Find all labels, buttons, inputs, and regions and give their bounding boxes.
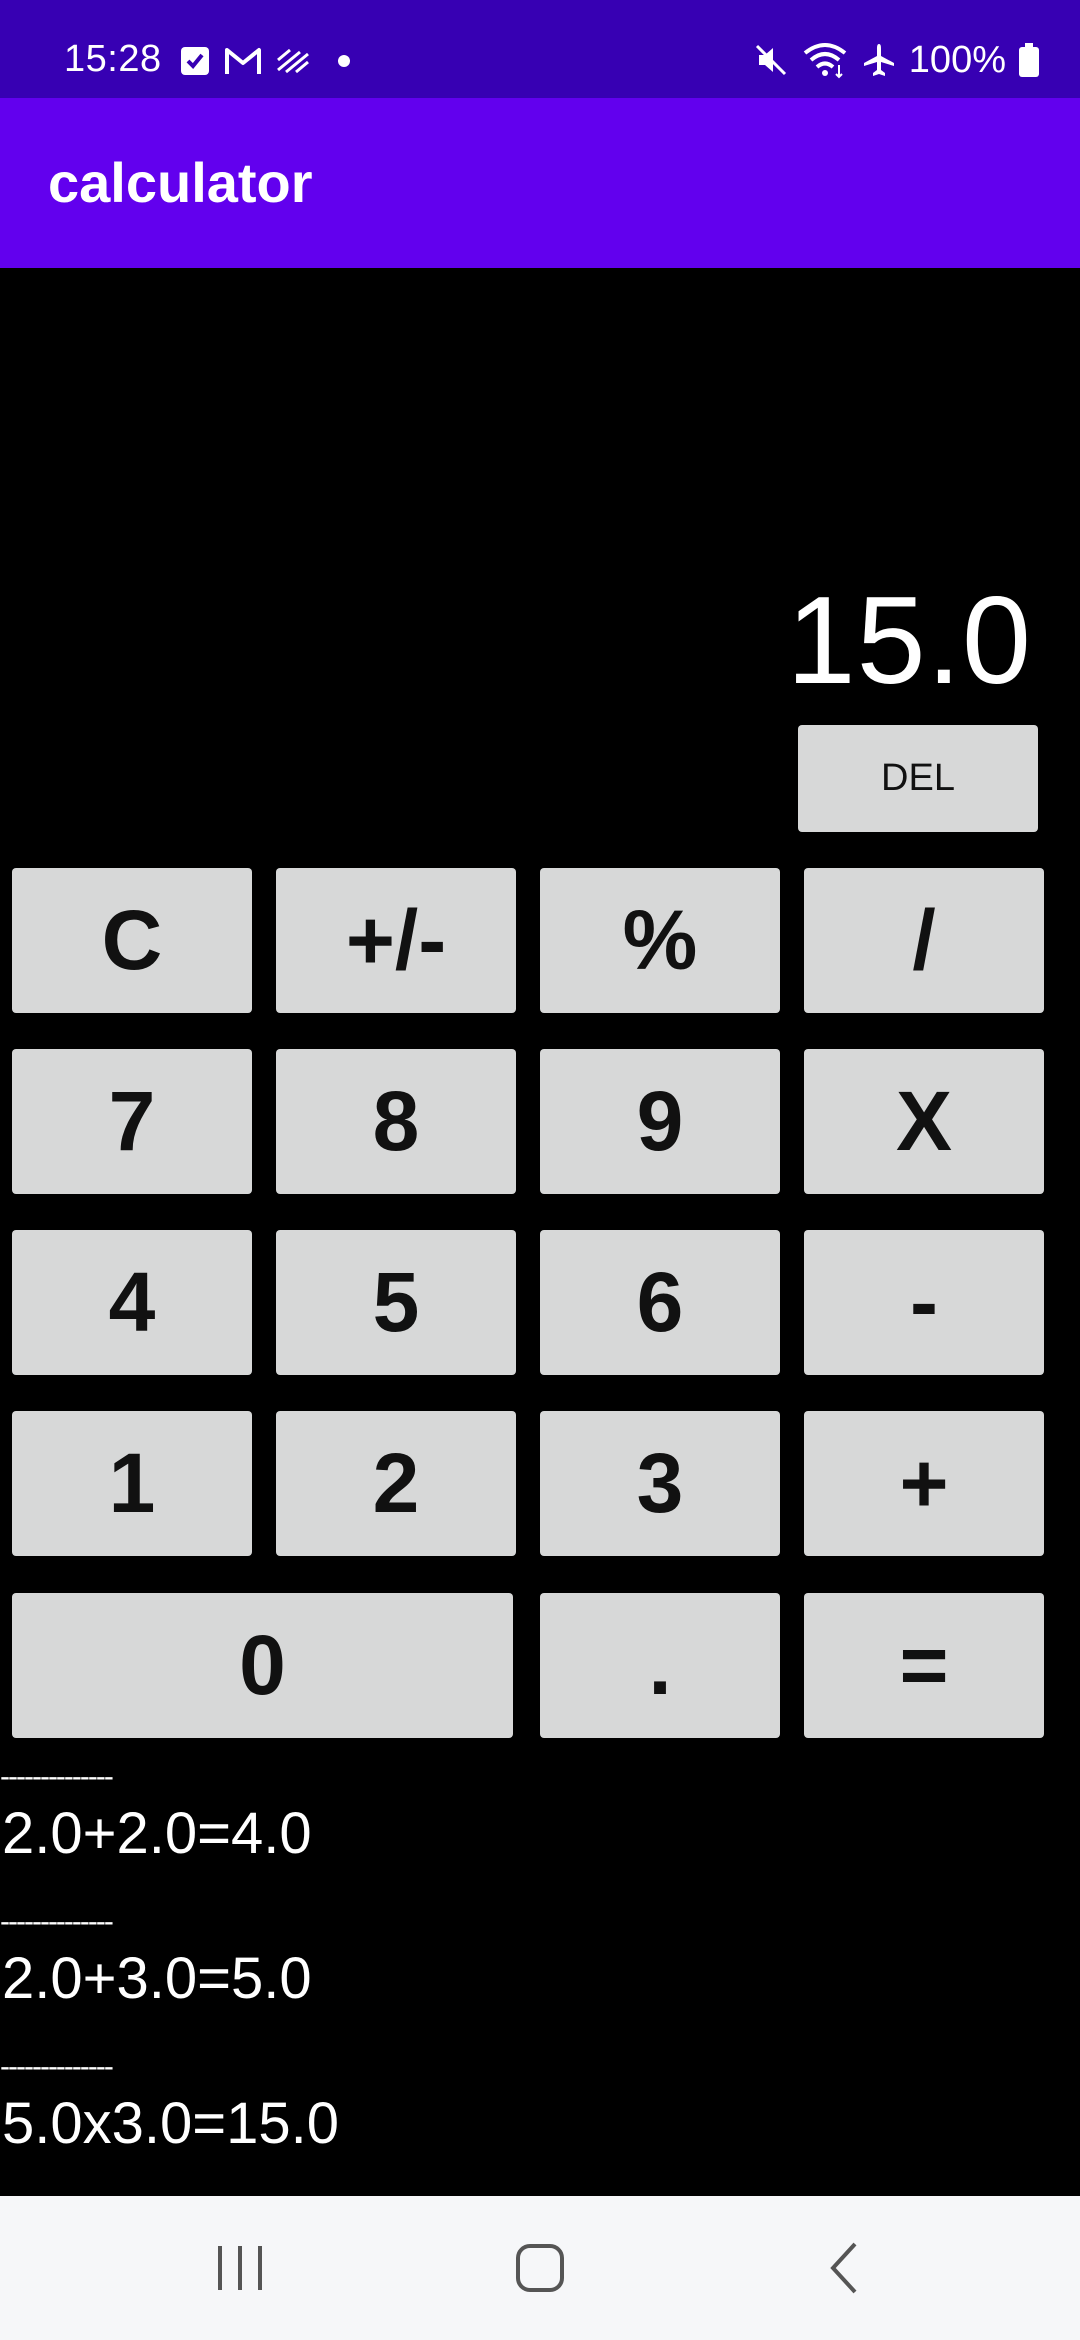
app-title: calculator (48, 151, 313, 214)
app-bar: calculator (0, 98, 1080, 268)
digit-7-button[interactable]: 7 (12, 1049, 252, 1194)
digit-1-button[interactable]: 1 (12, 1411, 252, 1556)
battery-icon (1019, 43, 1039, 77)
gmail-icon (225, 48, 261, 74)
history-entry: 2.0+3.0=5.0 (2, 1946, 312, 2011)
equals-button[interactable]: = (804, 1593, 1044, 1738)
checkbox-icon (181, 47, 209, 75)
mute-icon (755, 44, 786, 76)
decimal-button[interactable]: . (540, 1593, 780, 1738)
digit-9-button[interactable]: 9 (540, 1049, 780, 1194)
digit-5-button[interactable]: 5 (276, 1230, 516, 1375)
status-system-icons: 100% (753, 38, 1040, 81)
plus-button[interactable]: + (804, 1411, 1044, 1556)
battery-percent: 100% (908, 38, 1006, 81)
history-separator: -------------- (0, 1905, 114, 1938)
dot-icon (338, 55, 350, 67)
history-entry: 5.0x3.0=15.0 (2, 2091, 340, 2156)
history-entry: 2.0+2.0=4.0 (2, 1801, 312, 1866)
recents-icon[interactable] (200, 2236, 280, 2300)
digit-4-button[interactable]: 4 (12, 1230, 252, 1375)
history-separator: -------------- (0, 1760, 114, 1793)
digit-2-button[interactable]: 2 (276, 1411, 516, 1556)
navigation-bar (0, 2196, 1080, 2340)
status-time: 15:28 (64, 38, 162, 80)
status-notification-icons (180, 44, 354, 78)
status-bar: 15:28 100% (0, 0, 1080, 98)
home-icon[interactable] (500, 2236, 580, 2300)
history-separator: -------------- (0, 2050, 114, 2083)
digit-0-button[interactable]: 0 (12, 1593, 513, 1738)
wifi-icon (803, 43, 847, 79)
digit-3-button[interactable]: 3 (540, 1411, 780, 1556)
back-icon[interactable] (805, 2236, 885, 2300)
stripes-icon (277, 48, 309, 74)
minus-button[interactable]: - (804, 1230, 1044, 1375)
divide-button[interactable]: / (804, 868, 1044, 1013)
delete-button[interactable]: DEL (798, 725, 1038, 832)
result-display: 15.0 (786, 572, 1032, 710)
clear-button[interactable]: C (12, 868, 252, 1013)
digit-8-button[interactable]: 8 (276, 1049, 516, 1194)
sign-toggle-button[interactable]: +/- (276, 868, 516, 1013)
multiply-button[interactable]: X (804, 1049, 1044, 1194)
digit-6-button[interactable]: 6 (540, 1230, 780, 1375)
airplane-icon (863, 44, 894, 76)
percent-button[interactable]: % (540, 868, 780, 1013)
